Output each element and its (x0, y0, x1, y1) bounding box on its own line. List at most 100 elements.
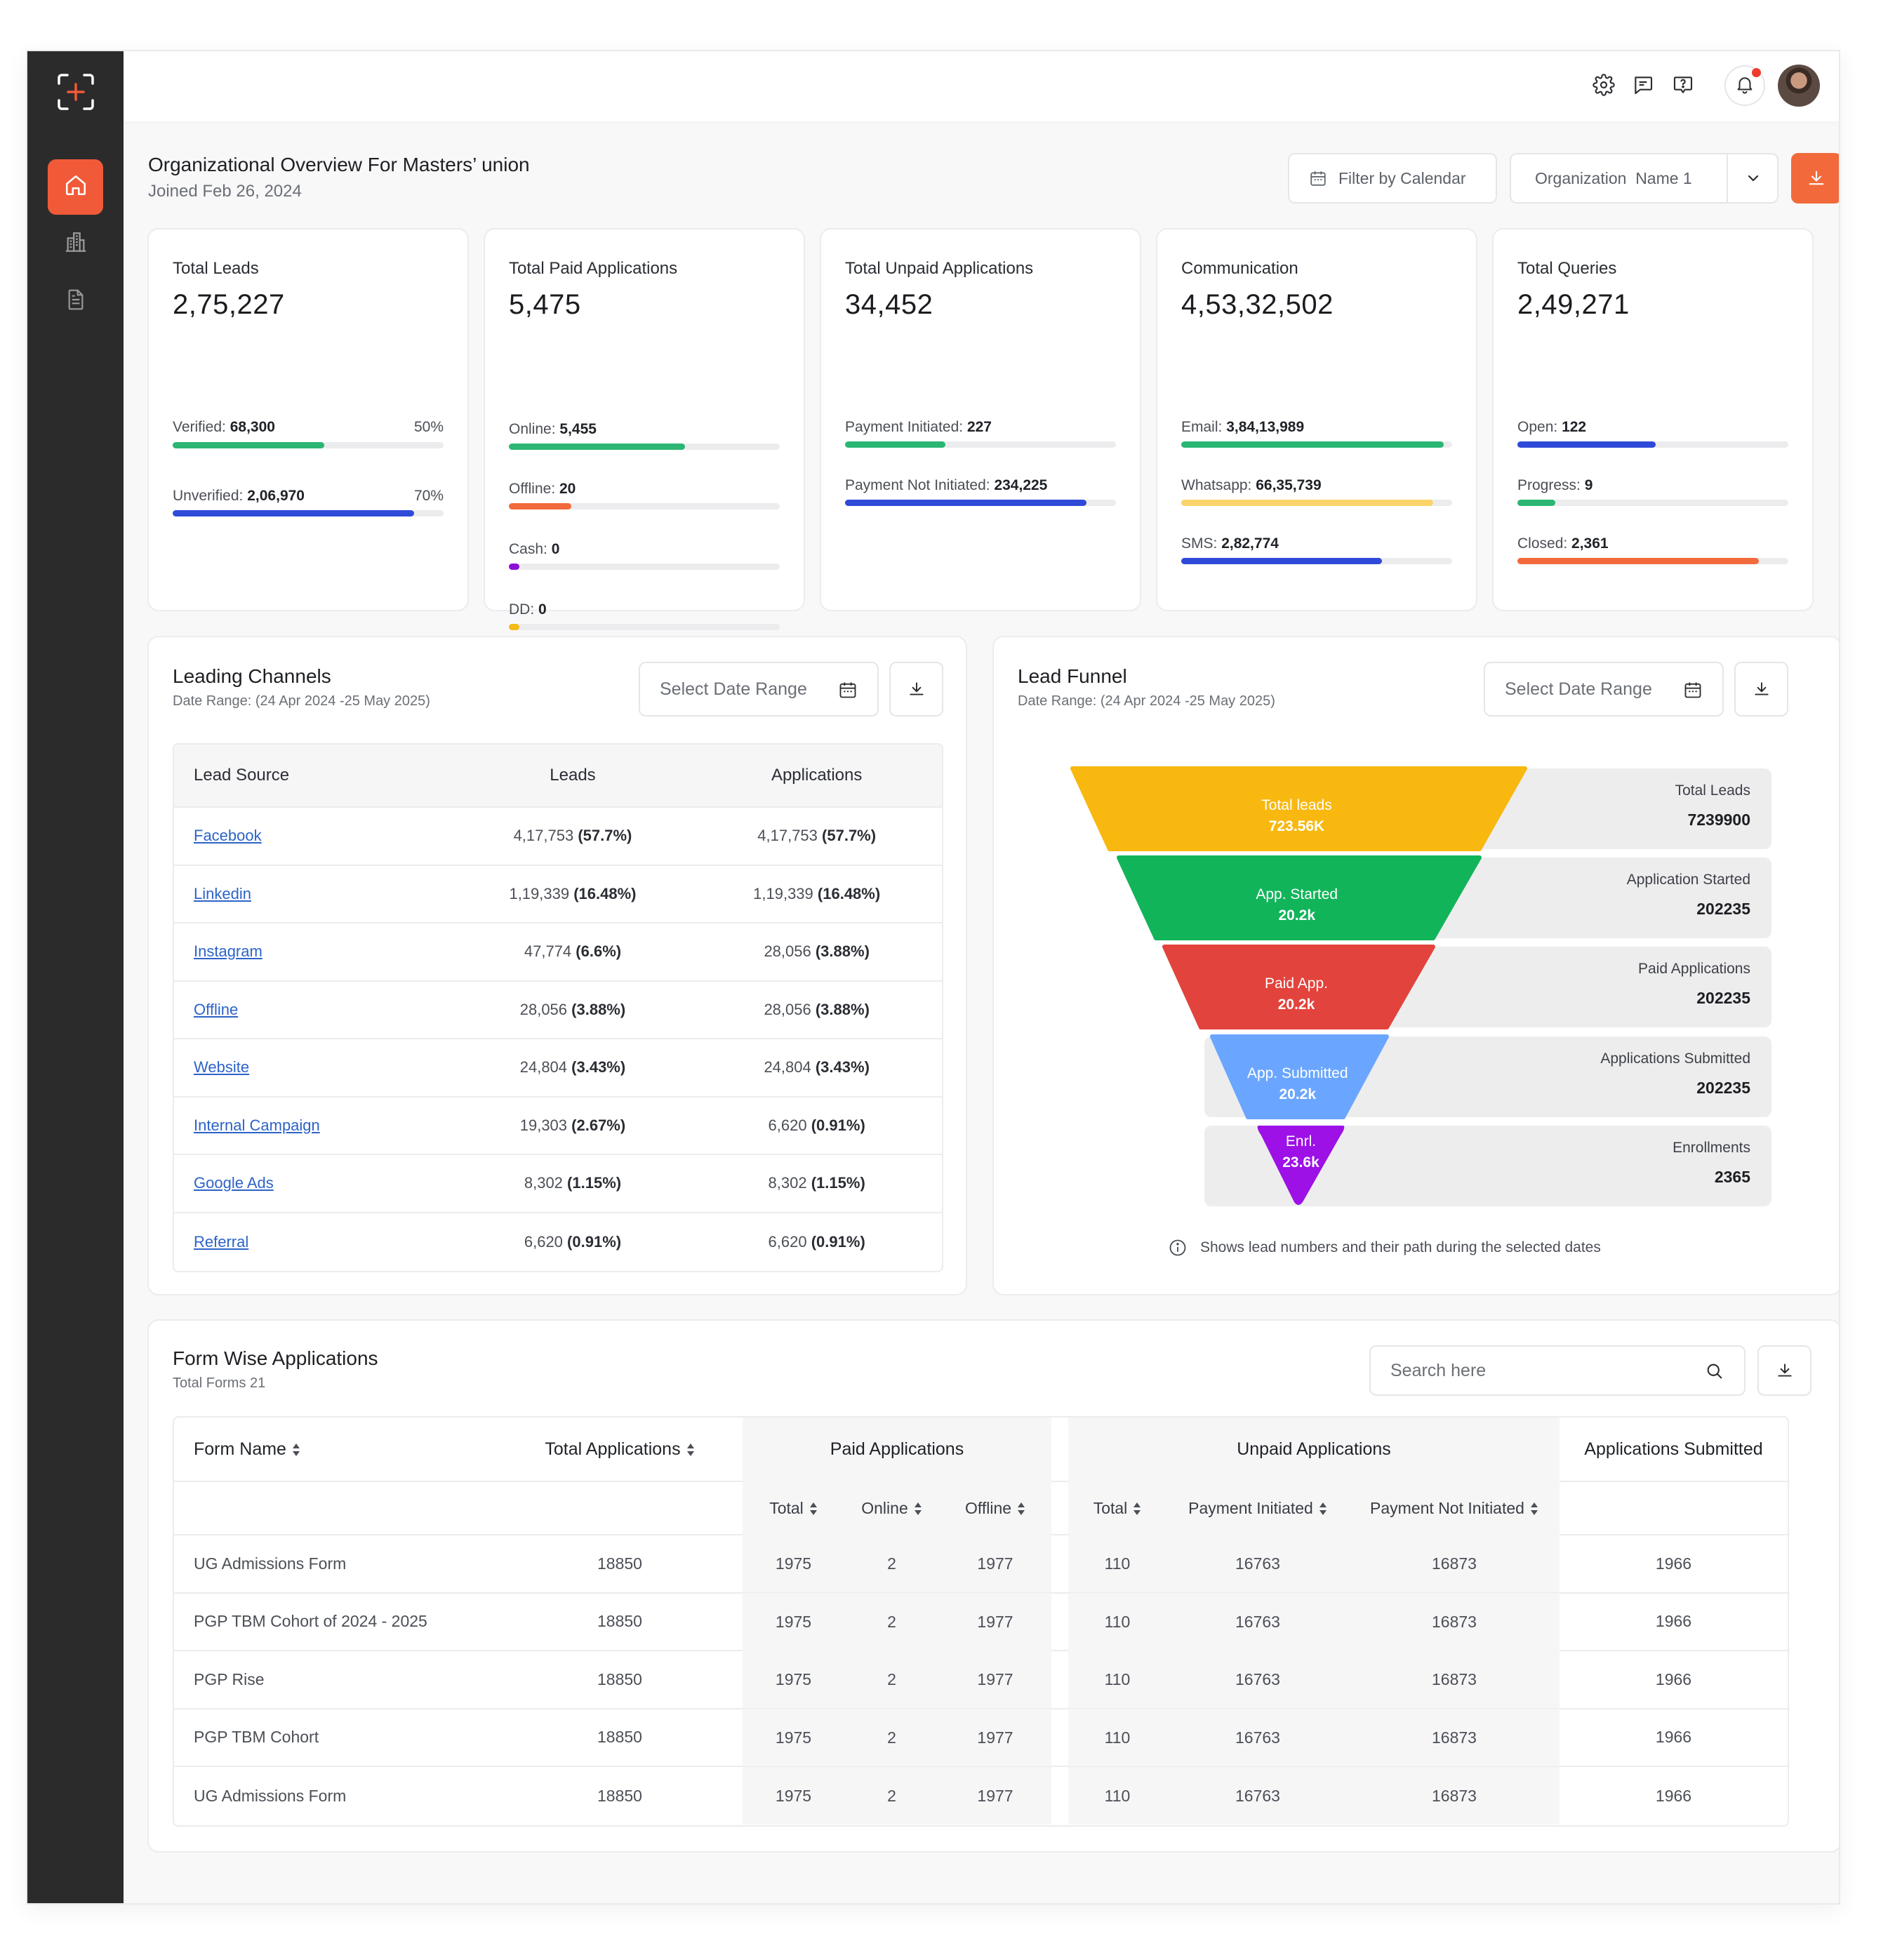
stat-card: Total Paid Applications 5,475 Online: 5,4… (484, 228, 805, 630)
bar-label-name: Whatsapp: (1181, 477, 1252, 493)
applications-percent: (16.48%) (817, 884, 881, 902)
applications-value: 6,620 (768, 1232, 807, 1251)
bell-icon (1734, 74, 1755, 98)
leads-value: 1,19,339 (509, 884, 570, 902)
column-payment-not-initiated-label: Payment Not Initiated (1370, 1499, 1524, 1517)
leading-channels-rows: Facebook 4,17,753 (57.7%) 4,17,753 (57.7… (174, 808, 942, 1271)
messages-button[interactable] (1629, 72, 1657, 100)
column-paid-total[interactable]: Total (743, 1481, 844, 1535)
bar-label-name: Unverified: (173, 488, 244, 504)
leading-channels-download-button[interactable] (889, 662, 943, 716)
leading-channels-table: Lead Source Leads Applications Facebook … (173, 743, 943, 1272)
progress-fill (1517, 441, 1656, 448)
sidebar (27, 51, 124, 1903)
funnel-stage-name: Enrl. (1285, 1133, 1317, 1149)
table-subheader: Total Online Offline Total Payment Initi… (174, 1481, 1788, 1535)
funnel-stage-value: 20.2k (1278, 907, 1316, 924)
lead-source-link[interactable]: Referral (194, 1233, 248, 1251)
bar-percent: 70% (413, 488, 444, 504)
bar-label: Closed: 2,361 (1517, 535, 1609, 552)
bar-label: Cash: 0 (509, 541, 559, 558)
leads-cell: 1,19,339 (16.48%) (454, 885, 692, 903)
bar-label-name: DD: (509, 601, 535, 618)
lead-source-link[interactable]: Website (194, 1058, 249, 1076)
download-icon (1807, 168, 1826, 188)
brand-logo[interactable] (56, 72, 95, 112)
column-lead-source: Lead Source (194, 766, 290, 785)
progress-fill (1517, 558, 1759, 564)
leads-cell: 24,804 (3.43%) (454, 1058, 692, 1076)
document-icon (65, 288, 87, 314)
help-button[interactable] (1669, 72, 1697, 100)
lead-source-link[interactable]: Linkedin (194, 885, 251, 902)
form-search-input[interactable]: Search here (1369, 1345, 1746, 1396)
paid-total-cell: 1975 (743, 1708, 844, 1766)
lead-source-link[interactable]: Instagram (194, 942, 262, 960)
progress-fill (509, 503, 571, 509)
sidebar-item-home[interactable] (48, 159, 103, 215)
bar-label-value: 122 (1562, 419, 1587, 435)
bar-label-value: 20 (559, 481, 576, 497)
avatar[interactable] (1778, 65, 1820, 107)
column-payment-not-initiated[interactable]: Payment Not Initiated (1349, 1481, 1560, 1535)
column-paid-online[interactable]: Online (844, 1481, 939, 1535)
info-icon (1168, 1238, 1188, 1258)
lead-source-cell: Instagram (174, 942, 454, 961)
total-applications-cell: 18850 (597, 1728, 642, 1747)
bar-label-value: 2,361 (1571, 535, 1609, 552)
topbar (124, 51, 1839, 121)
table-row: Instagram 47,774 (6.6%) 28,056 (3.88%) (174, 924, 942, 982)
export-button[interactable] (1791, 153, 1839, 204)
filter-calendar-button[interactable]: Filter by Calendar (1288, 153, 1497, 204)
bar-label: Unverified: 2,06,970 (173, 488, 305, 505)
stat-value: 5,475 (509, 289, 581, 320)
sidebar-item-organization[interactable] (48, 216, 103, 272)
leads-value: 47,774 (524, 942, 572, 961)
lead-source-cell: Referral (174, 1233, 454, 1251)
column-form-name[interactable]: Form Name (174, 1439, 497, 1460)
table-row: Internal Campaign 19,303 (2.67%) 6,620 (… (174, 1098, 942, 1155)
lead-source-link[interactable]: Facebook (194, 827, 262, 844)
leads-cell: 8,302 (1.15%) (454, 1174, 692, 1192)
progress-fill (1181, 558, 1382, 564)
calendar-icon (1309, 169, 1327, 187)
form-wise-card: Form Wise Applications Total Forms 21 Se… (147, 1319, 1839, 1853)
payment-not-initiated-cell: 16873 (1349, 1592, 1560, 1651)
lead-source-link[interactable]: Offline (194, 1001, 238, 1018)
leading-channels-date-picker[interactable]: Select Date Range (639, 662, 879, 716)
notification-dot (1752, 68, 1761, 77)
form-name-cell: PGP Rise (194, 1669, 265, 1688)
lead-source-link[interactable]: Google Ads (194, 1174, 274, 1192)
download-icon (1776, 1361, 1794, 1380)
progress-track (845, 441, 1116, 448)
form-wise-download-button[interactable] (1757, 1345, 1811, 1396)
progress-fill (509, 564, 520, 570)
column-paid-offline[interactable]: Offline (939, 1481, 1051, 1535)
table-row: Website 24,804 (3.43%) 24,804 (3.43%) (174, 1039, 942, 1098)
payment-initiated-cell: 16763 (1166, 1767, 1349, 1825)
sidebar-item-documents[interactable] (48, 274, 103, 329)
column-payment-initiated[interactable]: Payment Initiated (1166, 1481, 1349, 1535)
paid-total-cell: 1975 (743, 1535, 844, 1593)
progress-track (1181, 558, 1452, 564)
bar-label: Verified: 68,300 (173, 419, 275, 436)
applications-value: 24,804 (764, 1058, 811, 1076)
progress-fill (509, 444, 685, 450)
notifications-button[interactable] (1724, 65, 1765, 106)
settings-button[interactable] (1590, 72, 1618, 100)
organization-select[interactable]: Organization Name 1 (1510, 153, 1778, 204)
paid-offline-cell: 1977 (939, 1767, 1051, 1825)
table-header: Lead Source Leads Applications (174, 745, 942, 808)
lead-source-cell: Linkedin (174, 885, 454, 903)
column-total-applications[interactable]: Total Applications (497, 1439, 743, 1460)
column-unpaid-total[interactable]: Total (1068, 1481, 1166, 1535)
bar-label-value: 9 (1584, 477, 1593, 493)
form-name-cell: UG Admissions Form (194, 1554, 347, 1573)
leads-cell: 4,17,753 (57.7%) (454, 827, 692, 845)
lead-source-link[interactable]: Internal Campaign (194, 1116, 320, 1134)
bar-label-value: 3,84,13,989 (1226, 419, 1305, 435)
form-wise-table: Form Name Total Applications Paid Applic… (173, 1416, 1789, 1827)
applications-percent: (0.91%) (811, 1116, 865, 1134)
leads-value: 28,056 (519, 1000, 568, 1018)
applications-percent: (3.88%) (815, 942, 870, 961)
